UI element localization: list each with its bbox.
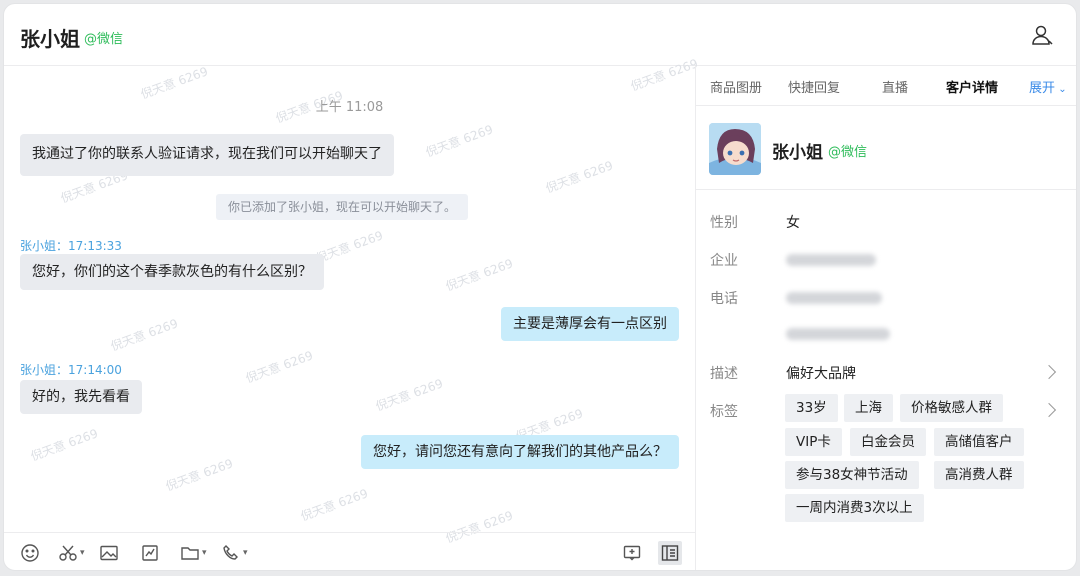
- watermark: 倪天意 6269: [298, 486, 370, 524]
- scissors-dropdown-icon[interactable]: ▾: [80, 548, 85, 558]
- input-toolbar: ▾ ▾ ▾: [4, 532, 695, 570]
- tab-product-catalog[interactable]: 商品图册: [710, 77, 762, 96]
- message-bubble-incoming[interactable]: 您好，你们的这个春季款灰色的有什么区别？: [20, 254, 324, 290]
- gender-value: 女: [786, 215, 800, 231]
- phone-label: 电话: [710, 291, 738, 307]
- expand-label: 展开: [1029, 81, 1056, 96]
- quick-reply-icon[interactable]: [622, 543, 642, 563]
- contact-name: 张小姐: [20, 27, 80, 51]
- message-list[interactable]: 倪天意 6269 倪天意 6269 倪天意 6269 倪天意 6269 倪天意 …: [4, 56, 700, 546]
- time-divider: 上午 11:08: [315, 100, 384, 115]
- watermark: 倪天意 6269: [543, 158, 615, 196]
- watermark: 倪天意 6269: [373, 376, 445, 414]
- watermark: 倪天意 6269: [443, 256, 515, 294]
- panel-tabs: 商品图册 快捷回复 直播 客户详情 展开 ⌄: [696, 66, 1076, 106]
- phone-value-redacted: [786, 328, 890, 340]
- tag-chip[interactable]: 33岁: [785, 394, 838, 422]
- gender-label: 性别: [710, 215, 738, 231]
- tab-customer-details[interactable]: 客户详情: [946, 77, 998, 96]
- watermark: 倪天意 6269: [243, 348, 315, 386]
- tag-chip[interactable]: 一周内消费3次以上: [785, 494, 924, 522]
- company-value-redacted: [786, 254, 876, 266]
- contact-info-icon[interactable]: [1030, 23, 1054, 47]
- chevron-right-icon[interactable]: [1041, 402, 1057, 418]
- phone-icon[interactable]: ▾: [221, 543, 248, 563]
- tab-quick-reply[interactable]: 快捷回复: [788, 77, 840, 96]
- customer-profile: 张小姐 @微信: [696, 106, 1076, 190]
- tag-chip[interactable]: 上海: [844, 394, 893, 422]
- sender-timestamp: 张小姐：17:13:33: [20, 239, 122, 253]
- phone-value-redacted: [786, 292, 882, 304]
- chart-icon[interactable]: [140, 543, 160, 563]
- tag-chip[interactable]: VIP卡: [785, 428, 842, 456]
- message-bubble-incoming[interactable]: 好的，我先看看: [20, 380, 142, 414]
- tag-chip[interactable]: 高消费人群: [934, 461, 1024, 489]
- image-icon[interactable]: [99, 543, 119, 563]
- message-bubble-outgoing[interactable]: 主要是薄厚会有一点区别: [501, 307, 679, 341]
- avatar[interactable]: [709, 123, 761, 175]
- description-value[interactable]: 偏好大品牌: [786, 363, 856, 383]
- folder-dropdown-icon[interactable]: ▾: [202, 548, 207, 558]
- sender-timestamp: 张小姐：17:14:00: [20, 363, 122, 377]
- message-bubble-incoming[interactable]: 我通过了你的联系人验证请求，现在我们可以开始聊天了: [20, 134, 394, 176]
- watermark: 倪天意 6269: [313, 228, 385, 266]
- tab-live[interactable]: 直播: [882, 77, 908, 96]
- watermark: 倪天意 6269: [108, 316, 180, 354]
- emoji-icon[interactable]: [20, 543, 40, 563]
- chevron-down-icon: ⌄: [1055, 84, 1067, 95]
- tag-chip[interactable]: 高储值客户: [934, 428, 1024, 456]
- company-label: 企业: [710, 253, 738, 269]
- tag-chip[interactable]: 价格敏感人群: [900, 394, 1003, 422]
- watermark: 倪天意 6269: [28, 426, 100, 464]
- chat-window: 张小姐 @微信 倪天意 6269 倪天意 6269 倪天意 6269 倪天意 6…: [3, 3, 1077, 571]
- wechat-tag: @微信: [84, 32, 124, 47]
- folder-icon[interactable]: ▾: [180, 543, 207, 563]
- message-bubble-outgoing[interactable]: 您好，请问您还有意向了解我们的其他产品么？: [361, 435, 679, 469]
- tag-chip[interactable]: 参与38女神节活动: [785, 461, 919, 489]
- system-message: 你已添加了张小姐，现在可以开始聊天了。: [216, 194, 469, 220]
- sidebar-toggle-icon[interactable]: [658, 541, 682, 565]
- chat-header: 张小姐 @微信: [4, 4, 1076, 66]
- description-label: 描述: [710, 366, 738, 382]
- tag-chip[interactable]: 白金会员: [850, 428, 926, 456]
- watermark: 倪天意 6269: [163, 456, 235, 494]
- phone-dropdown-icon[interactable]: ▾: [243, 548, 248, 558]
- chevron-right-icon[interactable]: [1041, 364, 1057, 380]
- customer-panel: 商品图册 快捷回复 直播 客户详情 展开 ⌄ 张小姐 @微信 性别 女 企业 电…: [696, 66, 1076, 570]
- tab-expand[interactable]: 展开 ⌄: [1029, 77, 1067, 96]
- profile-wechat-tag: @微信: [828, 145, 868, 160]
- tags-label: 标签: [710, 404, 738, 420]
- scissors-icon[interactable]: ▾: [58, 543, 85, 563]
- profile-name: 张小姐: [772, 143, 823, 163]
- watermark: 倪天意 6269: [423, 122, 495, 160]
